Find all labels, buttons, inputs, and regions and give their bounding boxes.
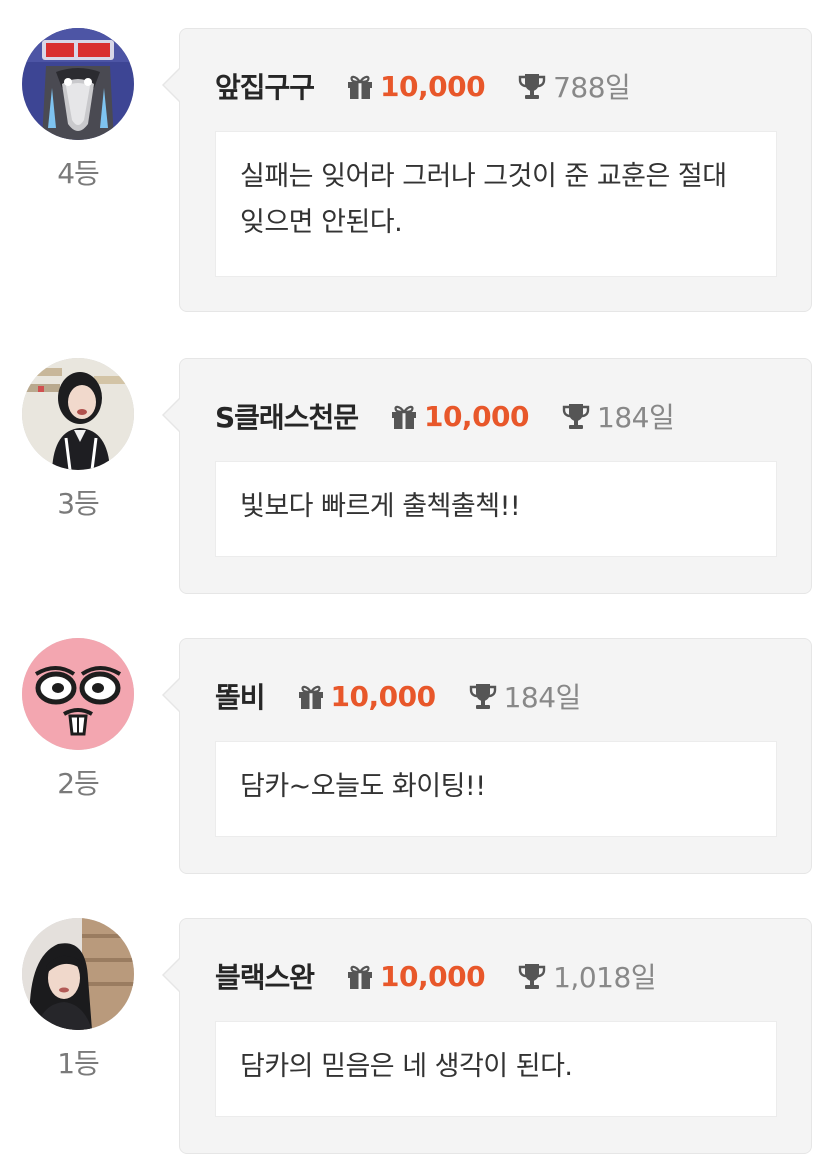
comment-card: 똘비 10,000 184일 담카~오늘도 화이팅!! — [162, 638, 812, 874]
gift-amount: 10,000 — [423, 399, 530, 433]
feed-entry: 4등 앞집구구 10,000 788일 실패는 잊어라 그러나 그것이 준 교훈… — [0, 28, 835, 312]
gift-info: 10,000 — [297, 680, 436, 713]
comment-text: 담카의 믿음은 네 생각이 된다. — [240, 1051, 573, 1082]
comment-text: 담카~오늘도 화이팅!! — [240, 771, 486, 802]
gift-info: 10,000 — [390, 399, 530, 433]
trophy-icon — [518, 74, 546, 99]
rank-label: 3등 — [57, 487, 100, 520]
trophy-icon — [562, 404, 590, 429]
trophy-icon — [518, 964, 546, 989]
entry-meta: S클래스천문 10,000 184일 — [215, 393, 675, 439]
comment-text: 빛보다 빠르게 출첵출첵!! — [240, 491, 521, 522]
crying-character-avatar[interactable] — [22, 28, 134, 140]
feed-entry: 3등 S클래스천문 10,000 184일 빛보다 빠르게 출첵출첵!! — [0, 358, 835, 594]
gift-icon — [348, 75, 373, 99]
attendance-days: 184일 — [503, 681, 582, 714]
gift-amount: 10,000 — [330, 679, 437, 713]
entry-meta: 블랙스완 10,000 1,018일 — [215, 953, 657, 999]
trophy-info: 788일 — [517, 66, 631, 106]
nickname[interactable]: S클래스천문 — [215, 396, 359, 436]
gift-icon — [298, 685, 323, 709]
rank-label: 4등 — [57, 157, 100, 190]
entry-meta: 앞집구구 10,000 788일 — [215, 63, 631, 109]
trophy-icon — [469, 684, 496, 709]
nickname[interactable]: 블랙스완 — [215, 956, 315, 996]
attendance-feed: 4등 앞집구구 10,000 788일 실패는 잊어라 그러나 그것이 준 교훈… — [0, 0, 835, 1166]
rank-label: 2등 — [57, 767, 100, 800]
woman-photo-avatar[interactable] — [22, 358, 134, 470]
gift-info: 10,000 — [346, 959, 486, 993]
comment-text: 실패는 잊어라 그러나 그것이 준 교훈은 절대 잊으면 안된다. — [240, 161, 727, 238]
portrait-photo-avatar[interactable] — [22, 918, 134, 1030]
feed-entry: 1등 블랙스완 10,000 1,018일 담카의 믿음은 네 생각이 된다. — [0, 918, 835, 1154]
gift-amount: 10,000 — [380, 959, 486, 993]
comment-message-box: 담카~오늘도 화이팅!! — [215, 741, 777, 837]
top-divider — [230, 0, 570, 4]
comment-card: S클래스천문 10,000 184일 빛보다 빠르게 출첵출첵!! — [162, 358, 812, 594]
gift-icon — [348, 965, 373, 989]
trophy-info: 1,018일 — [517, 956, 657, 996]
gift-amount: 10,000 — [380, 69, 486, 103]
comment-message-box: 빛보다 빠르게 출첵출첵!! — [215, 461, 777, 557]
comment-message-box: 실패는 잊어라 그러나 그것이 준 교훈은 절대 잊으면 안된다. — [215, 131, 777, 277]
comment-card: 블랙스완 10,000 1,018일 담카의 믿음은 네 생각이 된다. — [162, 918, 812, 1154]
comment-card: 앞집구구 10,000 788일 실패는 잊어라 그러나 그것이 준 교훈은 절… — [162, 28, 812, 312]
gift-icon — [391, 405, 416, 429]
rank-label: 1등 — [57, 1047, 100, 1080]
nickname[interactable]: 똘비 — [215, 676, 266, 716]
attendance-days: 1,018일 — [553, 961, 657, 994]
pink-face-avatar[interactable] — [22, 638, 134, 750]
comment-message-box: 담카의 믿음은 네 생각이 된다. — [215, 1021, 777, 1117]
entry-meta: 똘비 10,000 184일 — [215, 673, 581, 719]
gift-info: 10,000 — [346, 69, 486, 103]
attendance-days: 184일 — [597, 401, 675, 434]
trophy-info: 184일 — [468, 676, 581, 716]
nickname[interactable]: 앞집구구 — [215, 66, 315, 106]
feed-entry: 2등 똘비 10,000 184일 담카~오늘도 화이팅!! — [0, 638, 835, 874]
trophy-info: 184일 — [561, 396, 675, 436]
attendance-days: 788일 — [553, 71, 631, 104]
